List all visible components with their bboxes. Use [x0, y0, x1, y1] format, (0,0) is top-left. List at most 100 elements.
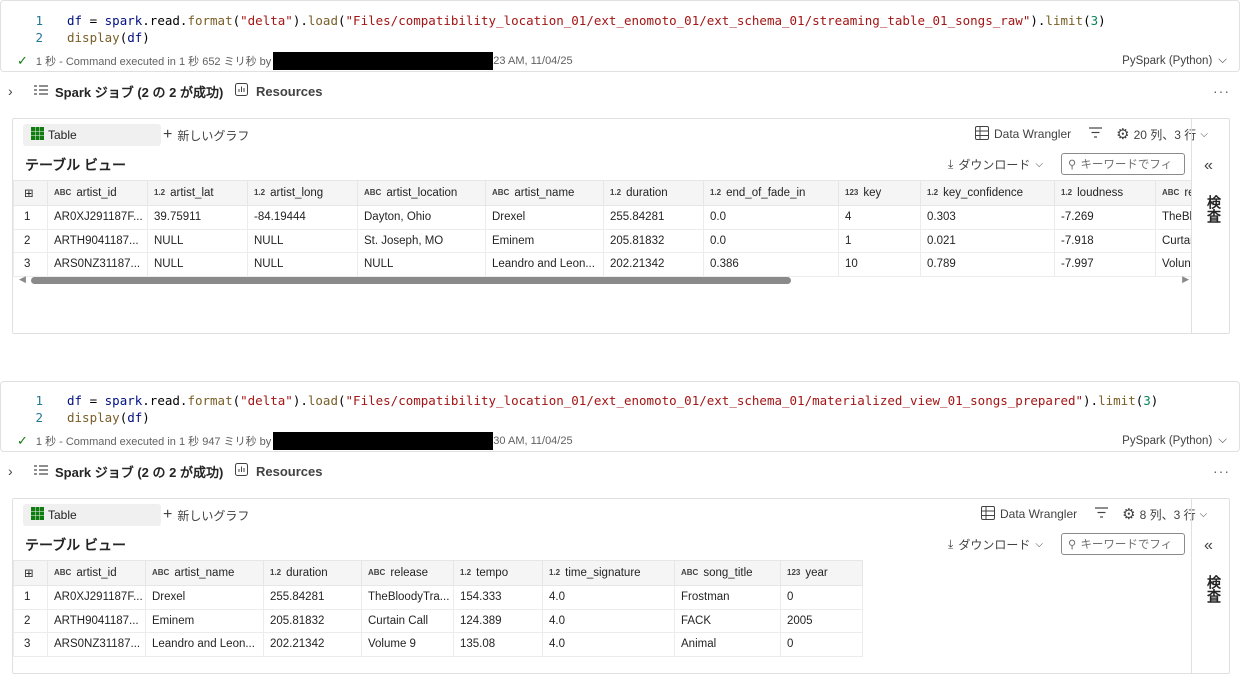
column-header[interactable]: 1.2 duration — [603, 180, 704, 206]
expand-chevron-icon[interactable]: › — [8, 463, 13, 479]
table-cell[interactable]: Eminem — [485, 228, 604, 253]
table-cell[interactable]: St. Joseph, MO — [357, 228, 486, 253]
column-header[interactable]: ABC song_title — [674, 560, 781, 586]
table-cell[interactable]: ARS0NZ31187... — [47, 632, 146, 657]
table-cell[interactable]: NULL — [247, 228, 358, 253]
table-cell[interactable]: 0.789 — [920, 252, 1055, 277]
column-header[interactable]: 1.2 key_confidence — [920, 180, 1055, 206]
column-header[interactable]: ABC artist_name — [145, 560, 264, 586]
table-row[interactable]: 3 ARS0NZ31187... Leandro and Leon... 202… — [13, 632, 863, 657]
table-cell[interactable]: FACK — [674, 608, 781, 633]
table-cell[interactable]: 0.0 — [703, 228, 839, 253]
table-cell[interactable]: 0 — [780, 632, 863, 657]
language-selector[interactable]: PySpark (Python) ⌵ — [1122, 434, 1227, 447]
table-row[interactable]: 1 AR0XJ291187F... Drexel 255.84281 TheBl… — [13, 585, 863, 610]
table-cell[interactable]: Curtai — [1155, 228, 1191, 253]
table-cell[interactable]: 154.333 — [453, 585, 543, 610]
table-cell[interactable]: NULL — [147, 252, 248, 277]
expand-chevron-icon[interactable]: › — [8, 83, 13, 99]
table-cell[interactable]: Drexel — [485, 205, 604, 230]
table-cell[interactable]: -84.19444 — [247, 205, 358, 230]
table-cell[interactable]: 124.389 — [453, 608, 543, 633]
table-cell[interactable]: Eminem — [145, 608, 264, 633]
table-cell[interactable]: Curtain Call — [361, 608, 454, 633]
table-cell[interactable]: Volume 9 — [361, 632, 454, 657]
column-header[interactable]: 1.2 end_of_fade_in — [703, 180, 839, 206]
download-button[interactable]: ⤓ ダウンロード ⌵ — [948, 536, 1043, 553]
code-cell-2[interactable]: 1 df = spark.read.format("delta").load("… — [0, 381, 1240, 452]
column-header[interactable]: 123 key — [838, 180, 921, 206]
inspect-label[interactable]: 検査 — [1204, 195, 1224, 223]
table-row[interactable]: 1 AR0XJ291187F... 39.75911 -84.19444 Day… — [13, 205, 1191, 230]
table-cell[interactable]: 2005 — [780, 608, 863, 633]
code-cell-1[interactable]: 1 df = spark.read.format("delta").load("… — [0, 0, 1240, 72]
new-chart-tab[interactable]: + 新しいグラフ — [163, 124, 249, 146]
table-cell[interactable]: AR0XJ291187F... — [47, 205, 148, 230]
table-cell[interactable]: 0 — [780, 585, 863, 610]
table-cell[interactable]: ARS0NZ31187... — [47, 252, 148, 277]
inspect-label[interactable]: 検査 — [1204, 575, 1224, 603]
keyword-search-input[interactable]: ⚲ キーワードでフィ — [1061, 533, 1185, 555]
table-cell[interactable]: 205.81832 — [603, 228, 704, 253]
table-cell[interactable]: Drexel — [145, 585, 264, 610]
new-chart-tab[interactable]: + 新しいグラフ — [163, 504, 249, 526]
table-cell[interactable]: 0.021 — [920, 228, 1055, 253]
scroll-left-icon[interactable]: ◀ — [19, 274, 26, 285]
table-cell[interactable]: 4.0 — [542, 585, 675, 610]
table-cell[interactable]: -7.918 — [1054, 228, 1156, 253]
table-cell[interactable]: AR0XJ291187F... — [47, 585, 146, 610]
filter-icon[interactable] — [1095, 507, 1109, 521]
resources-link[interactable]: Resources — [256, 464, 322, 479]
column-header[interactable]: 1.2 artist_long — [247, 180, 358, 206]
column-header[interactable]: ABCrel — [1155, 180, 1191, 206]
data-wrangler-button[interactable]: Data Wrangler — [981, 505, 1077, 523]
language-selector[interactable]: PySpark (Python) ⌵ — [1122, 54, 1227, 67]
table-cell[interactable]: 4.0 — [542, 632, 675, 657]
table-cell[interactable]: Animal — [674, 632, 781, 657]
table-cell[interactable]: NULL — [147, 228, 248, 253]
table-cell[interactable]: 1 — [838, 228, 921, 253]
scroll-right-icon[interactable]: ▶ — [1182, 274, 1189, 285]
column-header[interactable]: 1.2 tempo — [453, 560, 543, 586]
more-options-icon[interactable]: ··· — [1213, 83, 1230, 99]
table-cell[interactable]: -7.269 — [1054, 205, 1156, 230]
table-cell[interactable]: TheBl — [1155, 205, 1191, 230]
table-cell[interactable]: ARTH9041187... — [47, 608, 146, 633]
table-cell[interactable]: TheBloodyTra... — [361, 585, 454, 610]
table-cell[interactable]: Volun — [1155, 252, 1191, 277]
table-cell[interactable]: 0.0 — [703, 205, 839, 230]
table-cell[interactable]: 202.21342 — [263, 632, 362, 657]
column-header[interactable]: ABC artist_name — [485, 180, 604, 206]
column-header[interactable]: ABC artist_id — [47, 560, 146, 586]
table-cell[interactable]: 135.08 — [453, 632, 543, 657]
scrollbar-thumb[interactable] — [31, 277, 791, 284]
column-header[interactable]: ABC release — [361, 560, 454, 586]
table-cell[interactable]: Leandro and Leon... — [485, 252, 604, 277]
collapse-double-chevron-icon[interactable]: « — [1204, 157, 1213, 175]
table-cell[interactable]: 4.0 — [542, 608, 675, 633]
keyword-search-input[interactable]: ⚲ キーワードでフィ — [1061, 153, 1185, 175]
column-header[interactable]: ABC artist_id — [47, 180, 148, 206]
column-header[interactable]: 1.2 artist_lat — [147, 180, 248, 206]
table-cell[interactable]: 255.84281 — [263, 585, 362, 610]
data-wrangler-button[interactable]: Data Wrangler — [975, 125, 1071, 143]
table-cell[interactable]: 0.386 — [703, 252, 839, 277]
table-row[interactable]: 3 ARS0NZ31187... NULL NULL NULL Leandro … — [13, 252, 1191, 277]
spark-jobs-label[interactable]: Spark ジョブ (2 の 2 が成功) — [55, 82, 223, 101]
column-header[interactable]: 1.2 time_signature — [542, 560, 675, 586]
table-cell[interactable]: 255.84281 — [603, 205, 704, 230]
column-header[interactable]: 1.2 duration — [263, 560, 362, 586]
table-cell[interactable]: Frostman — [674, 585, 781, 610]
tab-table[interactable]: Table — [23, 124, 161, 146]
table-cell[interactable]: 10 — [838, 252, 921, 277]
table-cell[interactable]: 39.75911 — [147, 205, 248, 230]
table-cell[interactable]: Dayton, Ohio — [357, 205, 486, 230]
table-cell[interactable]: 0.303 — [920, 205, 1055, 230]
column-header[interactable]: 1.2 loudness — [1054, 180, 1156, 206]
column-header[interactable]: 123 year — [780, 560, 863, 586]
table-cell[interactable]: ARTH9041187... — [47, 228, 148, 253]
table-cell[interactable]: -7.997 — [1054, 252, 1156, 277]
column-header[interactable]: ABC artist_location — [357, 180, 486, 206]
table-row[interactable]: 2 ARTH9041187... NULL NULL St. Joseph, M… — [13, 228, 1191, 253]
tab-table[interactable]: Table — [23, 504, 161, 526]
